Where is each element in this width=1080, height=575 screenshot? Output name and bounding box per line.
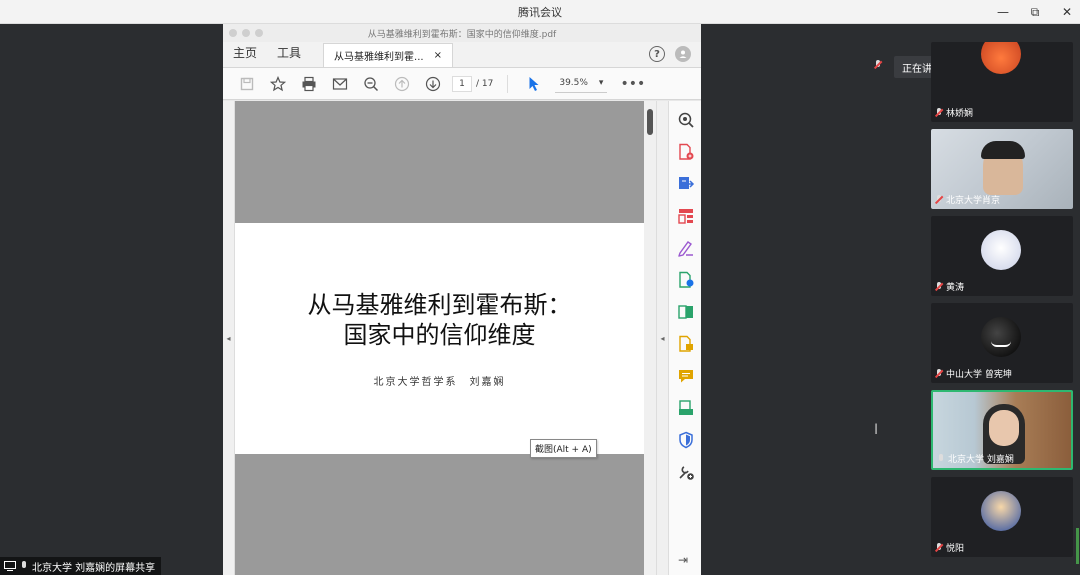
mic-muted-icon [935, 107, 943, 118]
mic-icon [937, 453, 945, 464]
pdf-page: 从马基雅维利到霍布斯： 国家中的信仰维度 北京大学哲学系 刘嘉娴 截图(Alt … [235, 223, 644, 458]
zoom-control[interactable]: 39.5% ▾ [555, 75, 608, 93]
speaker-mic-icon [874, 60, 882, 73]
close-dot[interactable] [229, 29, 237, 37]
scan-ocr-icon[interactable] [677, 399, 695, 417]
star-icon[interactable] [262, 72, 293, 96]
tools-pane: ⇥ [668, 101, 701, 575]
help-icon[interactable]: ? [649, 46, 665, 62]
minimize-button[interactable]: — [996, 5, 1010, 19]
screen-share-label: 北京大学 刘嘉娴的屏幕共享 [0, 557, 162, 575]
participant-tile[interactable]: 中山大学 曾宪坤 [931, 303, 1073, 383]
account-icon[interactable] [675, 46, 691, 62]
participant-name: 林娇娴 [935, 106, 973, 119]
app-title: 腾讯会议 [518, 5, 562, 19]
left-panel-toggle[interactable]: ◂ [223, 101, 235, 575]
fill-sign-icon[interactable] [677, 239, 695, 257]
prev-page-icon[interactable] [386, 72, 417, 96]
right-panel-toggle[interactable]: ◂ [656, 101, 668, 575]
collapse-pane-icon[interactable]: ⇥ [678, 553, 688, 567]
pdf-title-line2: 国家中的信仰维度 [343, 321, 536, 349]
scrollbar-thumb[interactable] [647, 109, 653, 135]
menu-tools[interactable]: 工具 [267, 44, 311, 67]
chevron-down-icon: ▾ [598, 78, 604, 88]
page-total: / 17 [476, 78, 494, 89]
participant-name: 中山大学 曾宪坤 [935, 367, 1012, 380]
pdf-author: 北京大学哲学系 刘嘉娴 [373, 377, 506, 388]
protect-shield-icon[interactable] [677, 431, 695, 449]
tabbar-right-icons: ? [649, 46, 691, 62]
app-titlebar: 腾讯会议 — ⧉ ✕ [0, 0, 1080, 24]
document-viewport[interactable]: 从马基雅维利到霍布斯： 国家中的信仰维度 北京大学哲学系 刘嘉娴 截图(Alt … [235, 101, 644, 575]
participant-tile-active[interactable]: 北京大学 刘嘉娴 [931, 390, 1073, 470]
request-signature-icon[interactable] [677, 335, 695, 353]
avatar-smile [991, 341, 1011, 347]
participant-name: 北京大学 刘嘉娴 [937, 452, 1014, 465]
next-page-icon[interactable] [417, 72, 448, 96]
mail-icon[interactable] [324, 72, 355, 96]
pdf-reader-window: 从马基雅维利到霍布斯：国家中的信仰维度.pdf 主页 工具 从马基雅维利到霍..… [223, 24, 701, 575]
document-tab[interactable]: 从马基雅维利到霍... × [323, 43, 453, 67]
select-cursor-icon[interactable] [518, 72, 549, 96]
edit-pdf-icon[interactable] [677, 271, 695, 289]
minimize-dot[interactable] [242, 29, 250, 37]
avatar [981, 42, 1021, 74]
close-button[interactable]: ✕ [1060, 5, 1074, 19]
menu-home[interactable]: 主页 [223, 44, 267, 67]
pdf-window-titlebar: 从马基雅维利到霍布斯：国家中的信仰维度.pdf [223, 24, 701, 42]
toolbar-divider [507, 74, 509, 93]
avatar [981, 491, 1021, 531]
pdf-tabbar: 主页 工具 从马基雅维利到霍... × ? [223, 42, 701, 68]
mic-muted-icon [935, 368, 943, 379]
mic-icon [20, 561, 28, 571]
pdf-window-title: 从马基雅维利到霍布斯：国家中的信仰维度.pdf [367, 29, 557, 40]
page-navigator: 1 / 17 [452, 75, 494, 92]
page-number-input[interactable]: 1 [452, 75, 472, 92]
zoom-tool-icon[interactable] [677, 111, 695, 129]
zoom-out-icon[interactable] [355, 72, 386, 96]
participant-name: 北京大学肖京 [935, 193, 1000, 206]
zoom-value: 39.5% [559, 78, 588, 88]
more-tools-icon[interactable] [677, 463, 695, 481]
avatar [981, 317, 1021, 357]
create-pdf-icon[interactable] [677, 143, 695, 161]
hair [981, 141, 1025, 159]
share-label-text: 北京大学 刘嘉娴的屏幕共享 [32, 562, 156, 574]
person-figure [989, 410, 1019, 446]
document-tab-close[interactable]: × [434, 50, 442, 61]
participant-tile[interactable]: 北京大学肖京 [931, 129, 1073, 209]
comment-icon[interactable] [677, 367, 695, 385]
pdf-body: ◂ 从马基雅维利到霍布斯： 国家中的信仰维度 北京大学哲学系 刘嘉娴 截图(Al… [223, 101, 701, 575]
export-pdf-icon[interactable] [677, 175, 695, 193]
text-cursor-icon: I [874, 422, 879, 438]
participant-tile[interactable]: 黄涛 [931, 216, 1073, 296]
participant-tile[interactable]: 悦阳 [931, 477, 1073, 557]
participant-name: 黄涛 [935, 280, 964, 293]
combine-files-icon[interactable] [677, 303, 695, 321]
vertical-scrollbar[interactable] [644, 101, 656, 575]
more-options-icon[interactable]: ••• [617, 72, 648, 96]
screen-share-icon [4, 561, 16, 571]
document-tab-label: 从马基雅维利到霍... [334, 52, 424, 63]
participant-tile[interactable]: 林娇娴 [931, 42, 1073, 122]
mic-muted-icon [935, 194, 943, 205]
traffic-lights [229, 29, 263, 37]
sidebar-scroll-indicator[interactable] [1076, 528, 1079, 564]
window-controls: — ⧉ ✕ [996, 0, 1074, 24]
screenshot-tooltip: 截图(Alt + A) [530, 439, 597, 458]
save-icon[interactable] [231, 72, 262, 96]
participant-name: 悦阳 [935, 541, 964, 554]
avatar [981, 230, 1021, 270]
mic-muted-icon [935, 542, 943, 553]
mic-muted-icon [935, 281, 943, 292]
restore-button[interactable]: ⧉ [1028, 5, 1042, 20]
organize-pages-icon[interactable] [677, 207, 695, 225]
pdf-toolbar: 1 / 17 39.5% ▾ ••• [223, 68, 701, 100]
print-icon[interactable] [293, 72, 324, 96]
zoom-dot[interactable] [255, 29, 263, 37]
